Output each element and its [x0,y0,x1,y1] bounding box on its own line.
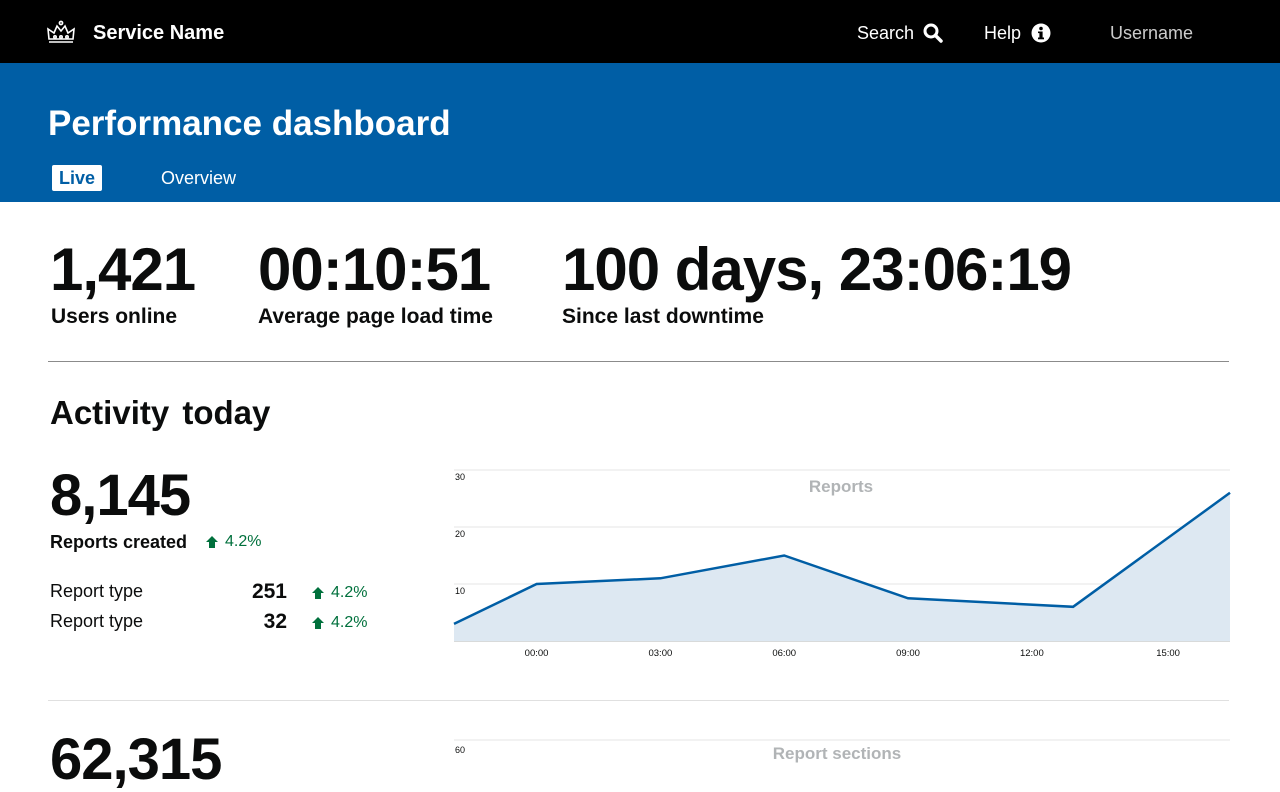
x-tick-label: 00:00 [525,648,549,659]
page-title: Performance dashboard [48,104,451,143]
report-type-label: Report type [50,611,144,631]
tab-overview[interactable]: Overview [161,165,236,191]
arrow-up-icon [312,587,324,599]
activity-title: Activity today [50,394,271,431]
kpi-users-online: 1,421 Users online [50,236,196,330]
x-tick-label: 15:00 [1156,648,1180,659]
chart-title: Reports [809,477,873,496]
arrow-up-icon [206,536,218,548]
y-tick-label: 60 [455,745,465,755]
report-type-value: 32 [263,610,287,633]
sections-total: 62,315 [50,727,222,792]
section-divider [48,361,1229,362]
kpi-value: 00:10:51 [258,236,491,303]
crown-logo-icon[interactable] [46,20,76,44]
reports-chart: 10 20 30 00:00 03:00 06:00 09:00 12:00 15:00 Re… [453,469,1231,659]
kpi-label: Users online [51,305,178,328]
kpi-page-load-time: 00:10:51 Average page load time [258,236,493,330]
report-type-label: Report type [50,581,144,601]
x-tick-label: 06:00 [772,648,796,659]
report-type-change: 4.2% [311,581,367,605]
help-label: Help [984,23,1022,43]
kpi-value: 100 days, 23:06:19 [562,236,1072,303]
kpi-since-downtime: 100 days, 23:06:19 Since last downtime [562,236,1072,330]
y-tick-label: 20 [455,529,465,539]
service-name-link[interactable]: Service Name [93,20,224,46]
reports-change: 4.2% [205,530,261,554]
x-tick-label: 09:00 [896,648,920,659]
search-label: Search [857,23,915,43]
change-value: 4.2% [331,614,368,631]
help-link[interactable]: Help [984,20,1051,46]
kpi-label: Average page load time [258,305,493,328]
kpi-label: Since last downtime [562,305,764,328]
info-icon [1031,23,1051,43]
series-area [454,492,1230,641]
change-value: 4.2% [225,533,262,550]
chart-title: Report sections [773,744,901,763]
report-type-change: 4.2% [311,611,367,635]
x-tick-label: 03:00 [648,648,672,659]
reports-label: Reports created [50,532,188,552]
x-tick-label: 12:00 [1020,648,1044,659]
report-sections-chart: 60 Report sections [454,739,1230,763]
reports-total: 8,145 [50,463,191,528]
username-link[interactable]: Username [1110,20,1193,46]
tab-live[interactable]: Live [52,165,103,191]
change-value: 4.2% [331,584,368,601]
y-tick-label: 30 [455,472,465,482]
search-link[interactable]: Search [857,20,943,46]
row-divider [48,700,1229,701]
top-header: Service Name Search Help Username [0,0,1280,63]
search-icon [923,23,943,43]
arrow-up-icon [312,617,324,629]
y-tick-label: 10 [455,586,465,596]
kpi-value: 1,421 [50,236,196,303]
report-type-value: 251 [251,580,287,603]
page-banner: Performance dashboard Live Overview [0,63,1280,202]
